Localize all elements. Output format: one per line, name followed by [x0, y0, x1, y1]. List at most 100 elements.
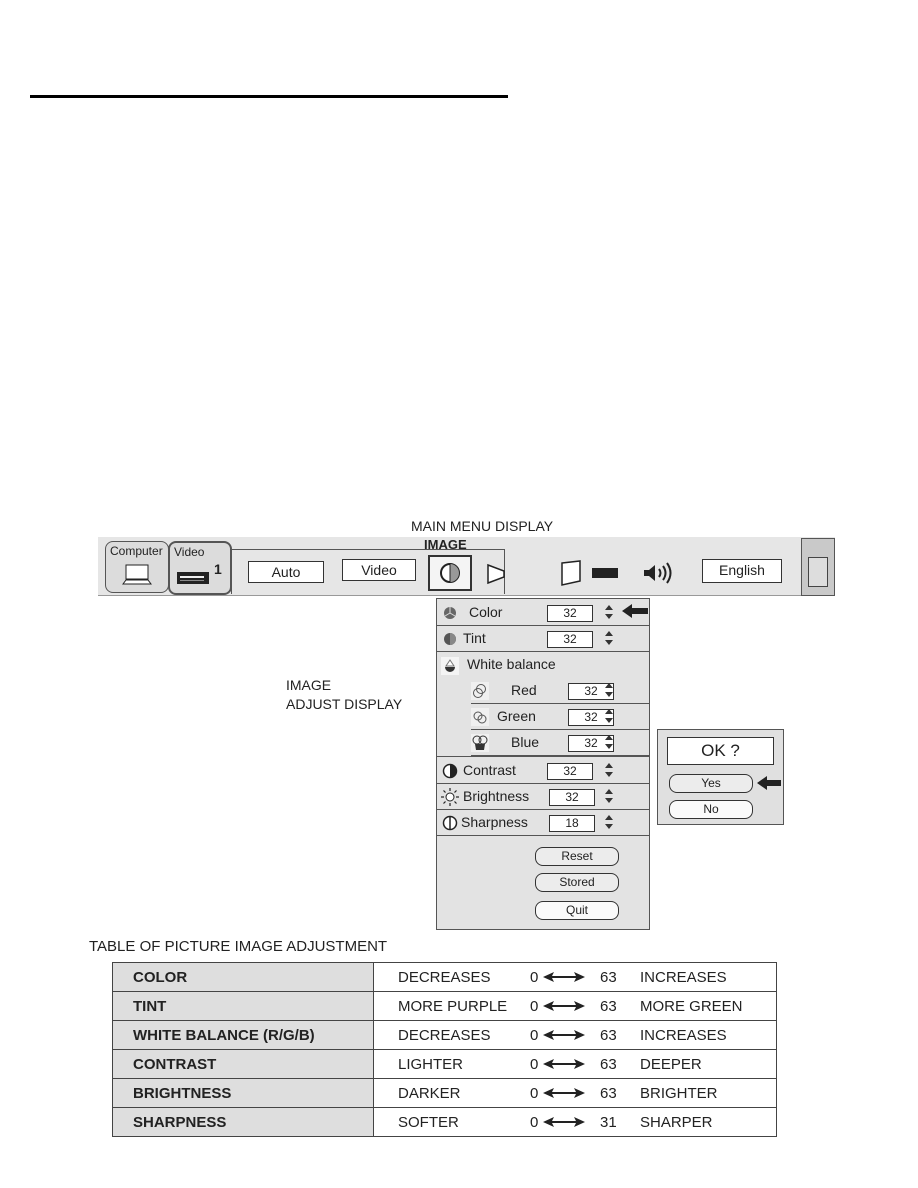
- range-low-label: DECREASES: [398, 969, 491, 986]
- blue-label: Blue: [511, 734, 540, 750]
- range-high-label: INCREASES: [640, 969, 727, 986]
- image-adjust-button[interactable]: [428, 555, 472, 591]
- table-row: CONTRAST LIGHTER 0 63 DEEPER: [112, 1049, 777, 1079]
- sharpness-label: Sharpness: [461, 814, 528, 830]
- range-min: 0: [530, 998, 539, 1015]
- adjustment-table: COLOR DECREASES 0 63 INCREASES TINT MORE PURPL…: [112, 962, 777, 1137]
- updown-arrow-icon[interactable]: [604, 734, 614, 750]
- image-adjust-caption: IMAGE ADJUST DISPLAY: [286, 676, 402, 714]
- adjustment-name: BRIGHTNESS: [112, 1078, 374, 1108]
- tint-row[interactable]: Tint 32: [437, 626, 649, 652]
- adjustment-range: MORE PURPLE 0 63 MORE GREEN: [373, 991, 777, 1021]
- range-min: 0: [530, 1085, 539, 1102]
- projector-icon[interactable]: [590, 567, 620, 579]
- adjustment-name: WHITE BALANCE (R/G/B): [112, 1020, 374, 1050]
- video-input-number: 1: [214, 561, 222, 577]
- updown-arrow-icon[interactable]: [604, 814, 614, 830]
- tab-video-1[interactable]: Video 1: [168, 541, 232, 595]
- yes-button[interactable]: Yes: [669, 774, 753, 793]
- range-min: 0: [530, 1027, 539, 1044]
- tab-video-label: Video: [174, 545, 205, 559]
- color-label: Color: [469, 604, 503, 620]
- confirm-title: OK ?: [667, 737, 774, 765]
- updown-arrow-icon[interactable]: [604, 682, 614, 698]
- range-high-label: BRIGHTER: [640, 1085, 718, 1102]
- adjustment-range: DECREASES 0 63 INCREASES: [373, 962, 777, 992]
- range-high-label: SHARPER: [640, 1114, 713, 1131]
- image-adjust-caption-line2: ADJUST DISPLAY: [286, 696, 403, 712]
- white-balance-label: White balance: [467, 656, 556, 672]
- speaker-icon[interactable]: [642, 561, 674, 585]
- color-value[interactable]: 32: [547, 605, 593, 622]
- table-row: WHITE BALANCE (R/G/B) DECREASES 0 63 INCREAS…: [112, 1020, 777, 1050]
- contrast-value[interactable]: 32: [547, 763, 593, 780]
- language-button[interactable]: English: [702, 559, 782, 583]
- white-balance-row[interactable]: White balance: [437, 652, 649, 677]
- double-arrow-icon: [543, 972, 585, 982]
- tab-computer[interactable]: Computer: [105, 541, 169, 593]
- range-min: 0: [530, 1056, 539, 1073]
- sharpness-value[interactable]: 18: [549, 815, 595, 832]
- reset-button[interactable]: Reset: [535, 847, 619, 866]
- red-row[interactable]: Red 32: [471, 678, 649, 704]
- range-high-label: INCREASES: [640, 1027, 727, 1044]
- brightness-label: Brightness: [463, 788, 530, 804]
- contrast-label: Contrast: [463, 762, 516, 778]
- updown-arrow-icon[interactable]: [604, 788, 614, 804]
- updown-arrow-icon[interactable]: [604, 708, 614, 724]
- screen-icon[interactable]: [486, 563, 506, 585]
- range-min: 0: [530, 1114, 539, 1131]
- range-low-label: MORE PURPLE: [398, 998, 508, 1015]
- range-max: 63: [600, 1056, 617, 1073]
- stored-button[interactable]: Stored: [535, 873, 619, 892]
- pointer-arrow-icon: [757, 776, 781, 790]
- divider: [437, 756, 649, 757]
- adjustment-range: DARKER 0 63 BRIGHTER: [373, 1078, 777, 1108]
- no-button[interactable]: No: [669, 800, 753, 819]
- table-row: BRIGHTNESS DARKER 0 63 BRIGHTER: [112, 1078, 777, 1108]
- green-row[interactable]: Green 32: [471, 704, 649, 730]
- auto-button[interactable]: Auto: [248, 561, 324, 583]
- updown-arrow-icon[interactable]: [604, 630, 614, 646]
- contrast-row[interactable]: Contrast 32: [437, 758, 649, 784]
- range-max: 63: [600, 998, 617, 1015]
- range-max: 63: [600, 1085, 617, 1102]
- range-max: 63: [600, 1027, 617, 1044]
- laptop-icon: [122, 564, 152, 585]
- keystone-icon[interactable]: [560, 559, 582, 587]
- brightness-value[interactable]: 32: [549, 789, 595, 806]
- range-min: 0: [530, 969, 539, 986]
- vcr-icon: [177, 572, 209, 584]
- table-row: COLOR DECREASES 0 63 INCREASES: [112, 962, 777, 992]
- updown-arrow-icon[interactable]: [604, 604, 614, 620]
- updown-arrow-icon[interactable]: [604, 762, 614, 778]
- adjustment-range: SOFTER 0 31 SHARPER: [373, 1107, 777, 1137]
- table-row: SHARPNESS SOFTER 0 31 SHARPER: [112, 1107, 777, 1137]
- header-rule: [30, 95, 508, 98]
- color-row[interactable]: Color 32: [437, 600, 649, 626]
- color-icon: [444, 607, 456, 619]
- image-adjust-caption-line1: IMAGE: [286, 677, 332, 693]
- adjustment-name: TINT: [112, 991, 374, 1021]
- brightness-row[interactable]: Brightness 32: [437, 784, 649, 810]
- video-mode-button[interactable]: Video: [342, 559, 416, 581]
- double-arrow-icon: [543, 1001, 585, 1011]
- range-max: 63: [600, 969, 617, 986]
- quit-button[interactable]: Quit: [535, 901, 619, 920]
- main-menu-bar: IMAGE Computer Video 1 Auto Video Englis…: [98, 537, 835, 596]
- adjustment-range: DECREASES 0 63 INCREASES: [373, 1020, 777, 1050]
- sharpness-row[interactable]: Sharpness 18: [437, 810, 649, 836]
- pointer-arrow-icon: [622, 604, 648, 618]
- blue-icon: [471, 734, 489, 752]
- exit-button[interactable]: [801, 538, 835, 596]
- tab-computer-label: Computer: [110, 544, 163, 558]
- image-adjust-icon: [440, 563, 460, 583]
- exit-icon: [808, 557, 828, 587]
- green-icon: [471, 708, 489, 726]
- contrast-icon: [442, 763, 458, 779]
- blue-row[interactable]: Blue 32: [471, 730, 649, 756]
- adjustment-name: COLOR: [112, 962, 374, 992]
- range-low-label: LIGHTER: [398, 1056, 464, 1073]
- tint-value[interactable]: 32: [547, 631, 593, 648]
- adjustment-name: CONTRAST: [112, 1049, 374, 1079]
